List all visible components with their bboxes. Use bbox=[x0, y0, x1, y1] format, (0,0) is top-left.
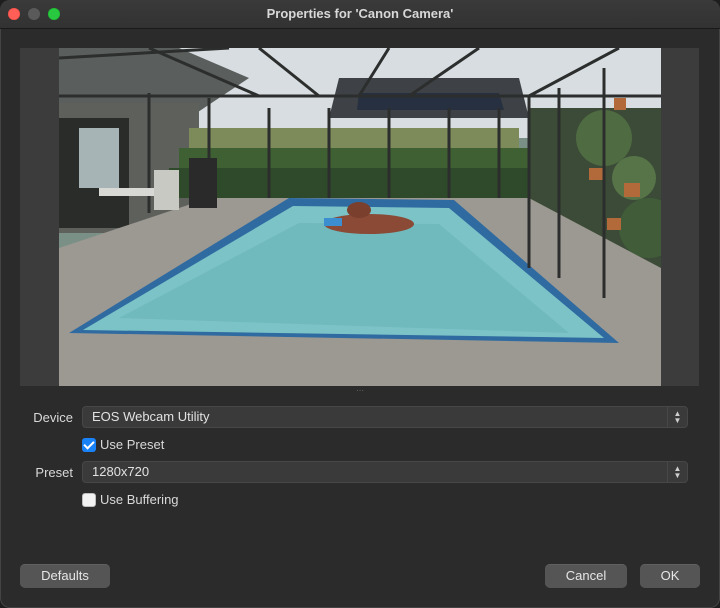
preset-select-value: 1280x720 bbox=[92, 464, 150, 479]
title-bar[interactable]: Properties for 'Canon Camera' bbox=[0, 0, 720, 29]
camera-preview-image bbox=[59, 48, 661, 386]
device-select-value: EOS Webcam Utility bbox=[92, 409, 210, 424]
defaults-button[interactable]: Defaults bbox=[20, 564, 110, 588]
device-label: Device bbox=[33, 410, 73, 425]
chevron-up-down-icon: ▲ ▼ bbox=[667, 407, 687, 427]
cancel-button[interactable]: Cancel bbox=[545, 564, 627, 588]
use-preset-checkbox[interactable] bbox=[82, 438, 96, 452]
properties-window: Properties for 'Canon Camera' ⋯ Device E… bbox=[0, 0, 720, 608]
ok-button[interactable]: OK bbox=[640, 564, 700, 588]
use-buffering-checkbox[interactable] bbox=[82, 493, 96, 507]
preset-select[interactable]: 1280x720 ▲ ▼ bbox=[82, 461, 688, 483]
window-title: Properties for 'Canon Camera' bbox=[266, 6, 454, 21]
preset-label: Preset bbox=[35, 465, 73, 480]
splitter-handle[interactable]: ⋯ bbox=[356, 387, 364, 395]
use-preset-label: Use Preset bbox=[100, 437, 165, 452]
use-buffering-label: Use Buffering bbox=[100, 492, 179, 507]
chevron-up-down-icon: ▲ ▼ bbox=[667, 462, 687, 482]
camera-preview bbox=[59, 48, 661, 386]
preview-area bbox=[20, 48, 699, 386]
device-select[interactable]: EOS Webcam Utility ▲ ▼ bbox=[82, 406, 688, 428]
